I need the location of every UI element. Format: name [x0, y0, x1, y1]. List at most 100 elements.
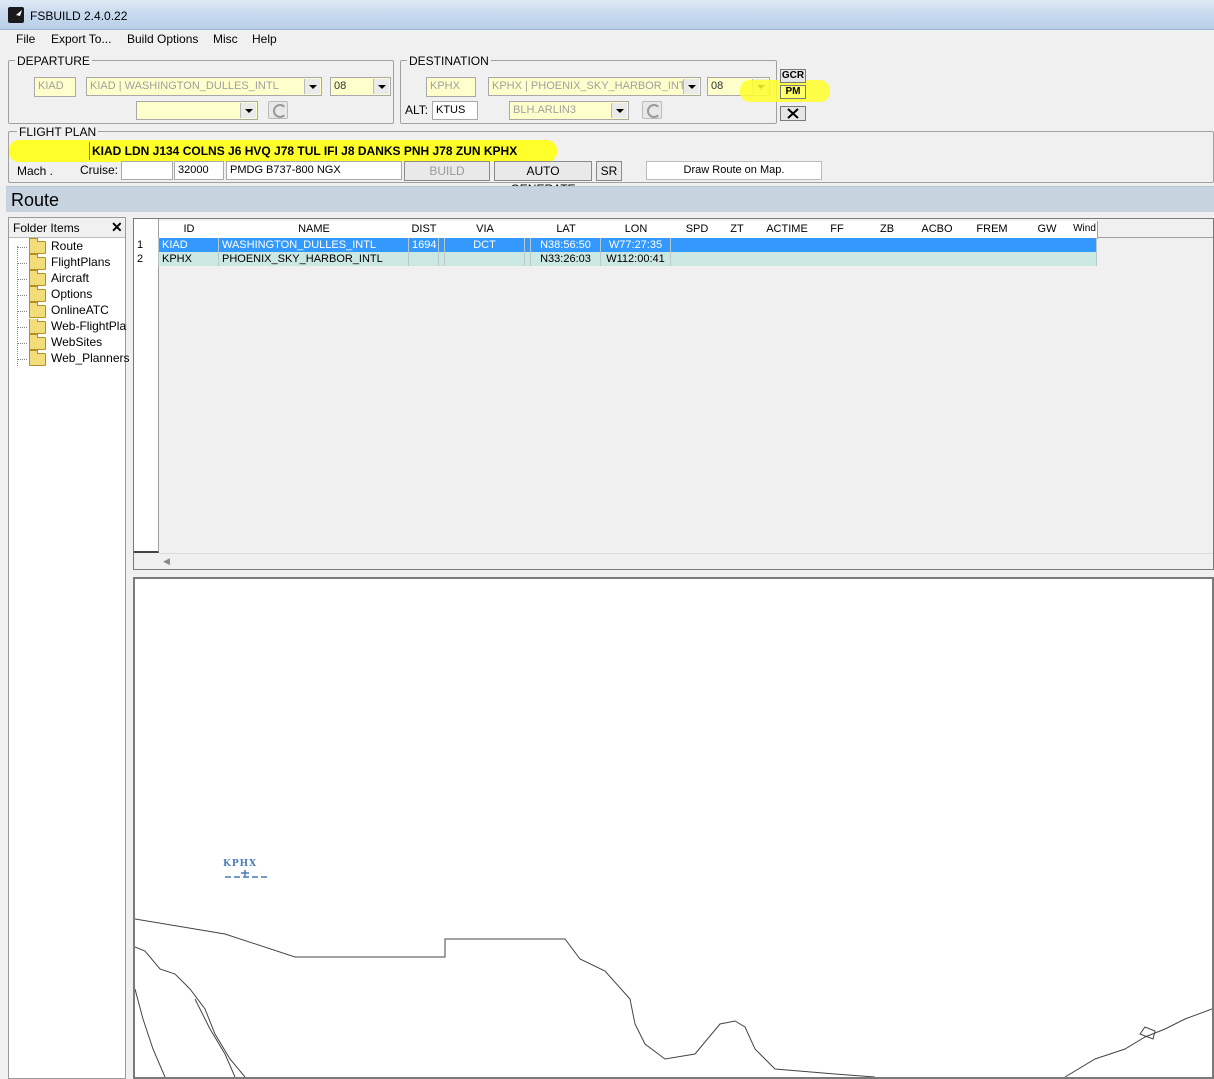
folder-item-label: WebSites: [51, 335, 103, 349]
alternate-field[interactable]: KTUS: [432, 101, 478, 120]
col-lon[interactable]: LON: [601, 221, 672, 239]
tree-branch: [17, 343, 27, 344]
row-header-column: [134, 219, 159, 553]
folder-icon: [29, 334, 46, 350]
cell-via: [445, 252, 525, 266]
tree-branch: [17, 279, 27, 280]
title-bar: FSBUILD 2.4.0.22: [0, 0, 1214, 30]
cell-dist: [409, 252, 439, 266]
sr-button[interactable]: SR: [596, 161, 622, 181]
folder-item-web-flightplans[interactable]: Web-FlightPlans: [17, 319, 127, 335]
horizontal-scrollbar[interactable]: ◀: [159, 553, 1213, 569]
col-ff[interactable]: FF: [812, 221, 863, 239]
folder-item-label: Web_Planners: [51, 351, 130, 365]
departure-procedure-select[interactable]: [136, 101, 258, 120]
folder-icon: [29, 270, 46, 286]
col-acbo[interactable]: ACBO: [912, 221, 963, 239]
departure-icao-field[interactable]: KIAD: [34, 77, 76, 97]
folder-item-label: FlightPlans: [51, 255, 111, 269]
folder-icon: [29, 238, 46, 254]
destination-label: DESTINATION: [407, 54, 491, 68]
scroll-left-icon[interactable]: ◀: [163, 556, 170, 567]
destination-procedure-select[interactable]: BLH.ARLIN3: [509, 101, 629, 120]
route-map[interactable]: KPHX: [133, 577, 1214, 1079]
folder-item-label: Aircraft: [51, 271, 90, 285]
cell-lon: W77:27:35: [601, 238, 671, 252]
folder-icon: [29, 319, 46, 334]
chevron-down-icon[interactable]: [683, 79, 699, 94]
cell-empty: [671, 238, 1097, 252]
destination-runway-value: 08: [711, 80, 724, 92]
build-button[interactable]: BUILD: [404, 161, 490, 181]
tree-branch: [17, 263, 27, 264]
col-name[interactable]: NAME: [219, 221, 410, 239]
col-spd[interactable]: SPD: [682, 221, 713, 239]
destination-refresh-button[interactable]: [642, 101, 662, 119]
col-zb[interactable]: ZB: [862, 221, 913, 239]
mach-field[interactable]: [121, 161, 173, 180]
menu-misc[interactable]: Misc: [211, 32, 240, 46]
chevron-down-icon[interactable]: [304, 79, 320, 94]
header-filler: [1097, 221, 1213, 238]
destination-airport-select[interactable]: KPHX | PHOENIX_SKY_HARBOR_INTL: [488, 77, 701, 96]
departure-refresh-button[interactable]: [268, 101, 288, 119]
row-number: 2: [134, 252, 159, 266]
col-actime[interactable]: ACTIME: [762, 221, 813, 239]
col-dist[interactable]: DIST: [409, 221, 440, 239]
menu-file[interactable]: File: [14, 32, 37, 46]
cell-lat: N33:26:03: [531, 252, 601, 266]
col-via[interactable]: VIA: [445, 221, 526, 239]
cell-dist: 1694: [409, 238, 439, 252]
destination-procedure-value: BLH.ARLIN3: [513, 104, 576, 116]
chevron-down-icon[interactable]: [611, 103, 627, 118]
route-string-input[interactable]: KIAD LDN J134 COLNS J6 HVQ J78 TUL IFI J…: [89, 142, 529, 160]
row-number: 1: [134, 238, 159, 252]
departure-runway-select[interactable]: 08: [330, 77, 391, 96]
folder-panel-header: Folder Items ✕: [9, 218, 125, 238]
close-icon[interactable]: ✕: [111, 219, 123, 236]
col-frem[interactable]: FREM: [962, 221, 1023, 239]
chevron-down-icon[interactable]: [240, 103, 256, 118]
folder-item-label: Web-FlightPlans: [51, 319, 127, 333]
col-wind[interactable]: Wind: [1072, 221, 1098, 239]
menu-build-options[interactable]: Build Options: [125, 32, 200, 46]
departure-airport-select[interactable]: KIAD | WASHINGTON_DULLES_INTL: [86, 77, 322, 96]
tree-branch: [17, 247, 27, 248]
flight-plan-label: FLIGHT PLAN: [17, 125, 99, 139]
folder-icon: [29, 350, 46, 366]
folder-panel: Folder Items ✕ Route FlightPlans Aircraf…: [8, 217, 130, 1079]
close-icon: [787, 108, 799, 119]
tree-branch: [17, 327, 27, 328]
destination-icao-field[interactable]: KPHX: [426, 77, 476, 97]
folder-panel-title: Folder Items: [13, 221, 80, 235]
close-button[interactable]: [780, 106, 806, 121]
app-plane-icon: [8, 7, 24, 23]
gcr-button[interactable]: GCR: [780, 69, 806, 83]
menu-help[interactable]: Help: [250, 32, 279, 46]
cell-id: KIAD: [159, 238, 219, 252]
refresh-icon: [647, 104, 661, 118]
flight-plan-group: FLIGHT PLAN KIAD LDN J134 COLNS J6 HVQ J…: [8, 125, 1214, 196]
cell-name: WASHINGTON_DULLES_INTL: [219, 238, 409, 252]
draw-route-button[interactable]: Draw Route on Map.: [646, 161, 822, 180]
col-id[interactable]: ID: [159, 221, 220, 239]
pm-button[interactable]: PM: [780, 85, 806, 99]
folder-icon: [29, 302, 46, 318]
chevron-down-icon[interactable]: [373, 79, 389, 94]
destination-airport-value: KPHX | PHOENIX_SKY_HARBOR_INTL: [492, 80, 692, 92]
cruise-altitude-field[interactable]: 32000: [174, 161, 224, 180]
folder-item-label: Options: [51, 287, 93, 301]
menu-export-to[interactable]: Export To...: [49, 32, 113, 46]
col-gw[interactable]: GW: [1022, 221, 1073, 239]
departure-group: DEPARTURE KIAD KIAD | WASHINGTON_DULLES_…: [8, 54, 394, 124]
departure-runway-value: 08: [334, 80, 347, 92]
col-lat[interactable]: LAT: [531, 221, 602, 239]
cell-lat: N38:56:50: [531, 238, 601, 252]
aircraft-field[interactable]: PMDG B737-800 NGX: [226, 161, 402, 180]
tree-branch: [17, 311, 27, 312]
folder-icon: [29, 286, 46, 302]
refresh-icon: [273, 104, 287, 118]
map-borders: [135, 918, 1212, 1077]
auto-generate-button[interactable]: AUTO GENERATE: [494, 161, 592, 196]
col-zt[interactable]: ZT: [712, 221, 763, 239]
